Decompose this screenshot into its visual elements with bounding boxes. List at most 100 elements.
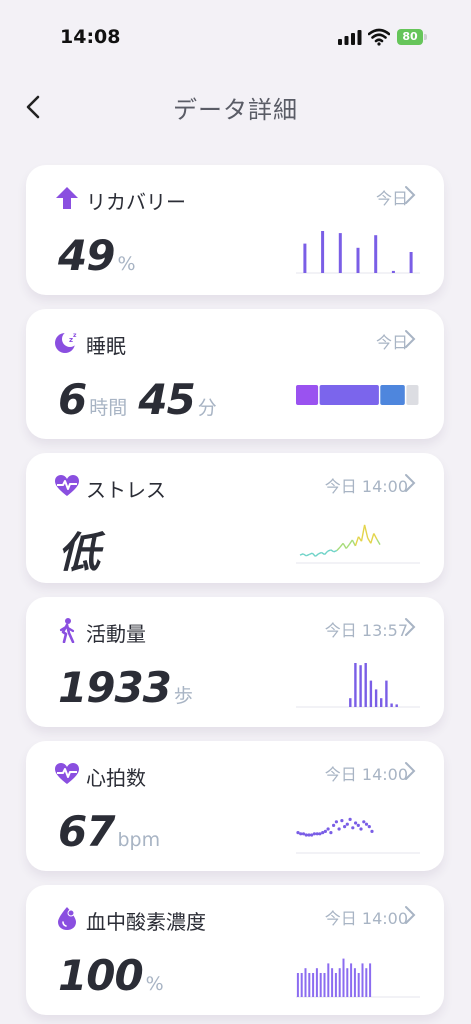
heart-rate-point [340,819,344,823]
chart-bar [312,973,315,997]
chart-bar [390,703,393,707]
stress-line-segment [302,553,307,557]
card-title: 血中酸素濃度 [86,910,206,934]
stress-line-segment [333,549,338,553]
chart-bar [409,252,413,273]
recovery-value: 49% [58,231,136,281]
heart-rate-point [332,823,336,827]
chart-bar [323,973,326,997]
heart-rate-point [343,825,347,829]
chart-bar [359,665,362,707]
chart-bar [338,233,342,273]
chart-bar [369,680,373,707]
stress-line-segment [354,536,360,547]
heart-rate-point [359,827,363,831]
card-timestamp: 今日 14:00 [324,909,408,928]
stress-card[interactable]: ストレス 今日 14:00 低 [26,453,444,583]
heart-rate-point [370,829,374,833]
heart-rate-card[interactable]: 心拍数 今日 14:00 67 bpm [26,741,444,871]
activity-card[interactable]: 活動量 今日 13:57 1933 歩 [26,597,444,727]
stress-line-segment [351,539,357,547]
chart-bar [321,231,325,273]
sleep-value: 6 時間 45 分 [58,375,217,425]
stress-line-segment [342,542,347,549]
chart-bar [380,698,383,707]
card-title: 心拍数 [86,766,146,790]
stress-line-segment [363,524,369,539]
chart-bar [338,968,341,997]
chart-bar [331,968,334,997]
chart-bar [304,968,307,997]
chevron-right-icon [405,474,416,492]
card-timestamp: 今日 14:00 [324,477,408,496]
card-timestamp: 今日 14:00 [324,765,408,784]
stress-line-segment [314,553,319,557]
heart-rate-mini-chart [296,817,420,854]
chart-bar [374,689,378,707]
heart-rate-point [348,817,352,821]
chevron-right-icon [405,906,416,924]
card-title: 活動量 [86,622,146,646]
heart-pulse-icon [55,763,79,784]
activity-steps: 1933 [58,663,172,712]
recovery-card[interactable]: リカバリー 今日 49% [26,165,444,295]
heart-rate-number: 67 [58,807,115,856]
chart-bar [327,963,330,997]
sleep-hours-unit: 時間 [89,397,128,419]
stress-line-segment [318,551,322,555]
stress-line-segment [348,539,353,545]
chart-bar [361,963,364,997]
sleep-stage-segment [406,385,419,405]
sleep-card[interactable]: z z 睡眠 今日 6 時間 45 分 [26,309,444,439]
stress-line-segment [345,544,350,549]
sleep-stages-chart [296,385,419,405]
heart-rate-point [326,827,330,831]
spo2-value: 100% [58,951,164,1001]
heart-rate-point [354,821,358,825]
chart-bar [395,704,398,707]
card-title: ストレス [86,478,166,502]
battery-icon: 80 [397,29,427,46]
chart-bar [385,680,388,707]
heart-rate-unit: bpm [117,829,161,851]
chart-bar [315,968,318,997]
chart-bar [374,235,378,273]
heart-rate-point [312,832,316,836]
spo2-unit: % [145,973,164,995]
stress-line-segment [324,550,329,555]
chart-bar [354,663,357,707]
stress-line-segment [311,552,316,557]
stress-line-segment [299,553,304,556]
card-title: リカバリー [86,190,186,214]
chevron-right-icon [405,330,416,348]
stress-line-segment [327,549,332,552]
card-title: 睡眠 [86,334,126,358]
heart-rate-point [334,820,338,824]
chart-bar [342,958,345,997]
card-timestamp: 今日 13:57 [324,621,408,640]
heart-rate-point [356,823,360,827]
stress-mini-chart [296,524,420,564]
chart-bar [303,243,307,273]
recovery-mini-chart [296,231,420,274]
spo2-number: 100 [58,951,144,1000]
spo2-card[interactable]: 血中酸素濃度 今日 14:00 100% [26,885,444,1015]
heart-rate-point [337,827,341,831]
chart-bar [364,663,367,707]
arrow-up-icon [56,187,78,209]
chart-bar [300,973,303,997]
walking-person-icon [59,618,75,643]
heart-rate-point [299,832,303,836]
wifi-icon [368,28,390,46]
chevron-right-icon [405,186,416,204]
chart-bar [350,963,353,997]
header: データ詳細 [0,78,471,138]
chart-bar [334,973,337,997]
status-bar: 14:08 80 [0,0,471,70]
status-time: 14:08 [60,26,121,48]
heart-rate-point [323,829,327,833]
heart-rate-point [364,822,369,826]
chart-bar [353,968,356,997]
stress-value: 低 [58,519,100,577]
stress-line-segment [308,552,313,556]
